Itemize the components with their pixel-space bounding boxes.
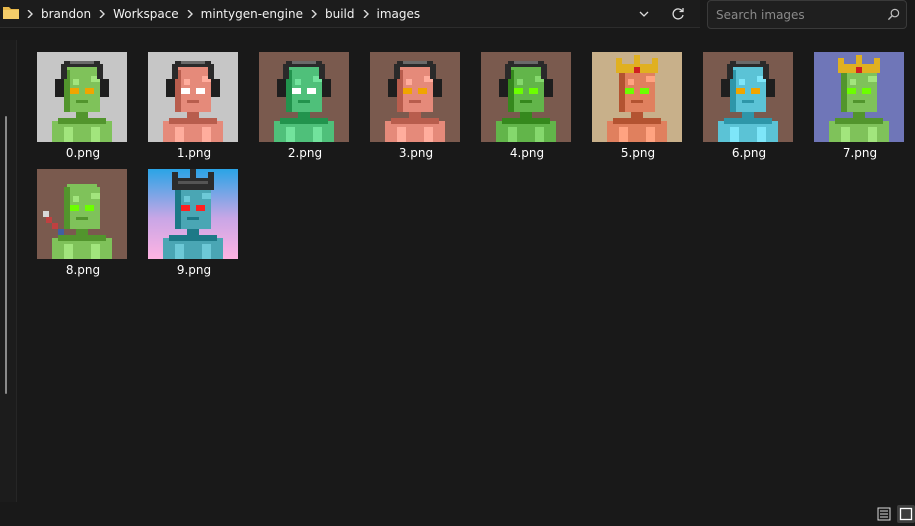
file-tile[interactable]: 9.png bbox=[142, 167, 246, 282]
image-thumbnail bbox=[370, 52, 460, 142]
file-view: 0.png 1.png 2.png 3.png 4.png 5.png 6.png 7.png… bbox=[0, 40, 915, 502]
breadcrumb: brandon Workspace mintygen-engine build … bbox=[24, 0, 425, 28]
refresh-icon[interactable] bbox=[664, 0, 692, 28]
search-box bbox=[707, 0, 907, 29]
file-tile[interactable]: 2.png bbox=[253, 50, 357, 165]
file-name: 4.png bbox=[509, 146, 545, 160]
file-tile[interactable]: 6.png bbox=[697, 50, 801, 165]
file-tile[interactable]: 4.png bbox=[475, 50, 579, 165]
navigation-pane bbox=[0, 40, 17, 502]
image-thumbnail bbox=[481, 52, 571, 142]
content-scrollbar[interactable] bbox=[906, 40, 915, 502]
breadcrumb-item-images[interactable]: images bbox=[372, 0, 426, 28]
file-name: 5.png bbox=[620, 146, 656, 160]
image-thumbnail bbox=[592, 52, 682, 142]
file-name: 6.png bbox=[731, 146, 767, 160]
file-tile[interactable]: 8.png bbox=[31, 167, 135, 282]
image-thumbnail bbox=[814, 52, 904, 142]
image-thumbnail bbox=[259, 52, 349, 142]
chevron-right-icon[interactable] bbox=[24, 0, 36, 28]
image-thumbnail bbox=[703, 52, 793, 142]
search-input[interactable] bbox=[708, 1, 878, 28]
file-name: 0.png bbox=[65, 146, 101, 160]
file-tile[interactable]: 3.png bbox=[364, 50, 468, 165]
image-thumbnail bbox=[37, 169, 127, 259]
folder-icon bbox=[2, 5, 20, 21]
file-tile[interactable]: 1.png bbox=[142, 50, 246, 165]
breadcrumb-item-workspace[interactable]: Workspace bbox=[108, 0, 184, 28]
search-icon[interactable] bbox=[880, 1, 906, 28]
file-tile[interactable]: 5.png bbox=[586, 50, 690, 165]
details-view-icon[interactable] bbox=[875, 505, 893, 523]
breadcrumb-item-mintygen-engine[interactable]: mintygen-engine bbox=[196, 0, 308, 28]
file-name: 3.png bbox=[398, 146, 434, 160]
large-icons-view-icon[interactable] bbox=[897, 505, 915, 523]
chevron-right-icon[interactable] bbox=[360, 0, 372, 28]
file-name: 8.png bbox=[65, 263, 101, 277]
file-tile[interactable]: 7.png bbox=[808, 50, 912, 165]
file-name: 1.png bbox=[176, 146, 212, 160]
file-name: 2.png bbox=[287, 146, 323, 160]
chevron-down-icon[interactable] bbox=[630, 0, 658, 28]
breadcrumb-item-build[interactable]: build bbox=[320, 0, 360, 28]
navigation-scrollbar[interactable] bbox=[5, 116, 7, 394]
status-bar bbox=[0, 502, 915, 526]
image-thumbnail bbox=[37, 52, 127, 142]
chevron-right-icon[interactable] bbox=[184, 0, 196, 28]
breadcrumb-item-brandon[interactable]: brandon bbox=[36, 0, 96, 28]
address-toolbar: brandon Workspace mintygen-engine build … bbox=[0, 0, 915, 32]
address-bar[interactable]: brandon Workspace mintygen-engine build … bbox=[0, 0, 700, 28]
chevron-right-icon[interactable] bbox=[308, 0, 320, 28]
image-thumbnail bbox=[148, 169, 238, 259]
chevron-right-icon[interactable] bbox=[96, 0, 108, 28]
file-name: 9.png bbox=[176, 263, 212, 277]
file-name: 7.png bbox=[842, 146, 878, 160]
image-thumbnail bbox=[148, 52, 238, 142]
file-tile[interactable]: 0.png bbox=[31, 50, 135, 165]
